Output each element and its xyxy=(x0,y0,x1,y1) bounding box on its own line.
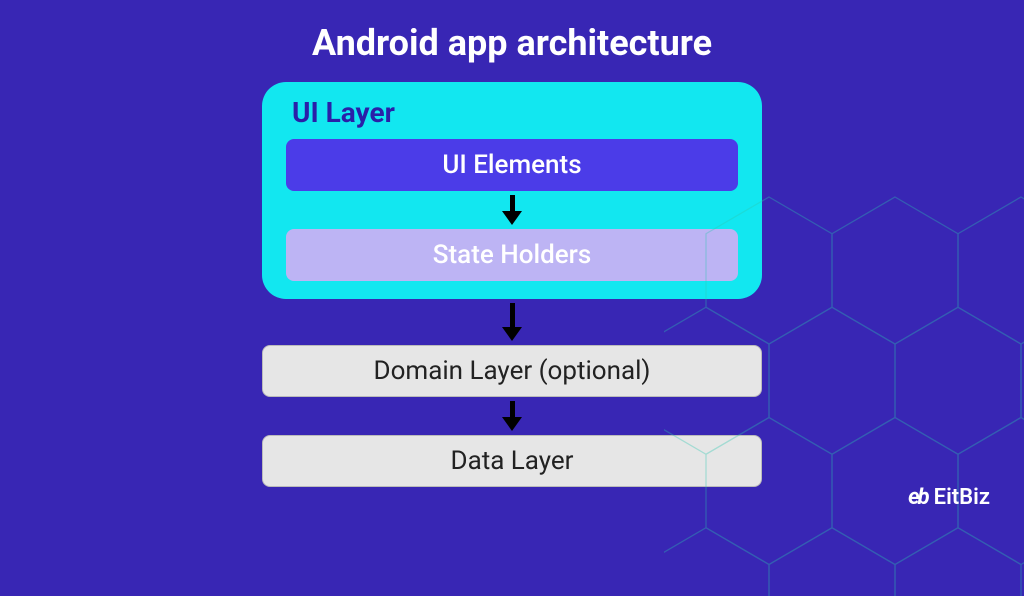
arrow-down-icon xyxy=(286,195,738,225)
ui-layer-title: UI Layer xyxy=(292,96,738,129)
domain-layer-box: Domain Layer (optional) xyxy=(262,345,762,397)
ui-elements-box: UI Elements xyxy=(286,139,738,191)
architecture-diagram: UI Layer UI Elements State Holders Domai… xyxy=(262,82,762,487)
arrow-down-icon xyxy=(502,401,522,431)
data-layer-box: Data Layer xyxy=(262,435,762,487)
ui-layer-container: UI Layer UI Elements State Holders xyxy=(262,82,762,299)
diagram-title: Android app architecture xyxy=(0,0,1024,64)
logo-mark: eb xyxy=(908,485,928,510)
logo-text: EitBiz xyxy=(934,485,990,510)
state-holders-box: State Holders xyxy=(286,229,738,281)
brand-logo: eb EitBiz xyxy=(908,485,990,510)
arrow-down-icon xyxy=(502,303,522,341)
